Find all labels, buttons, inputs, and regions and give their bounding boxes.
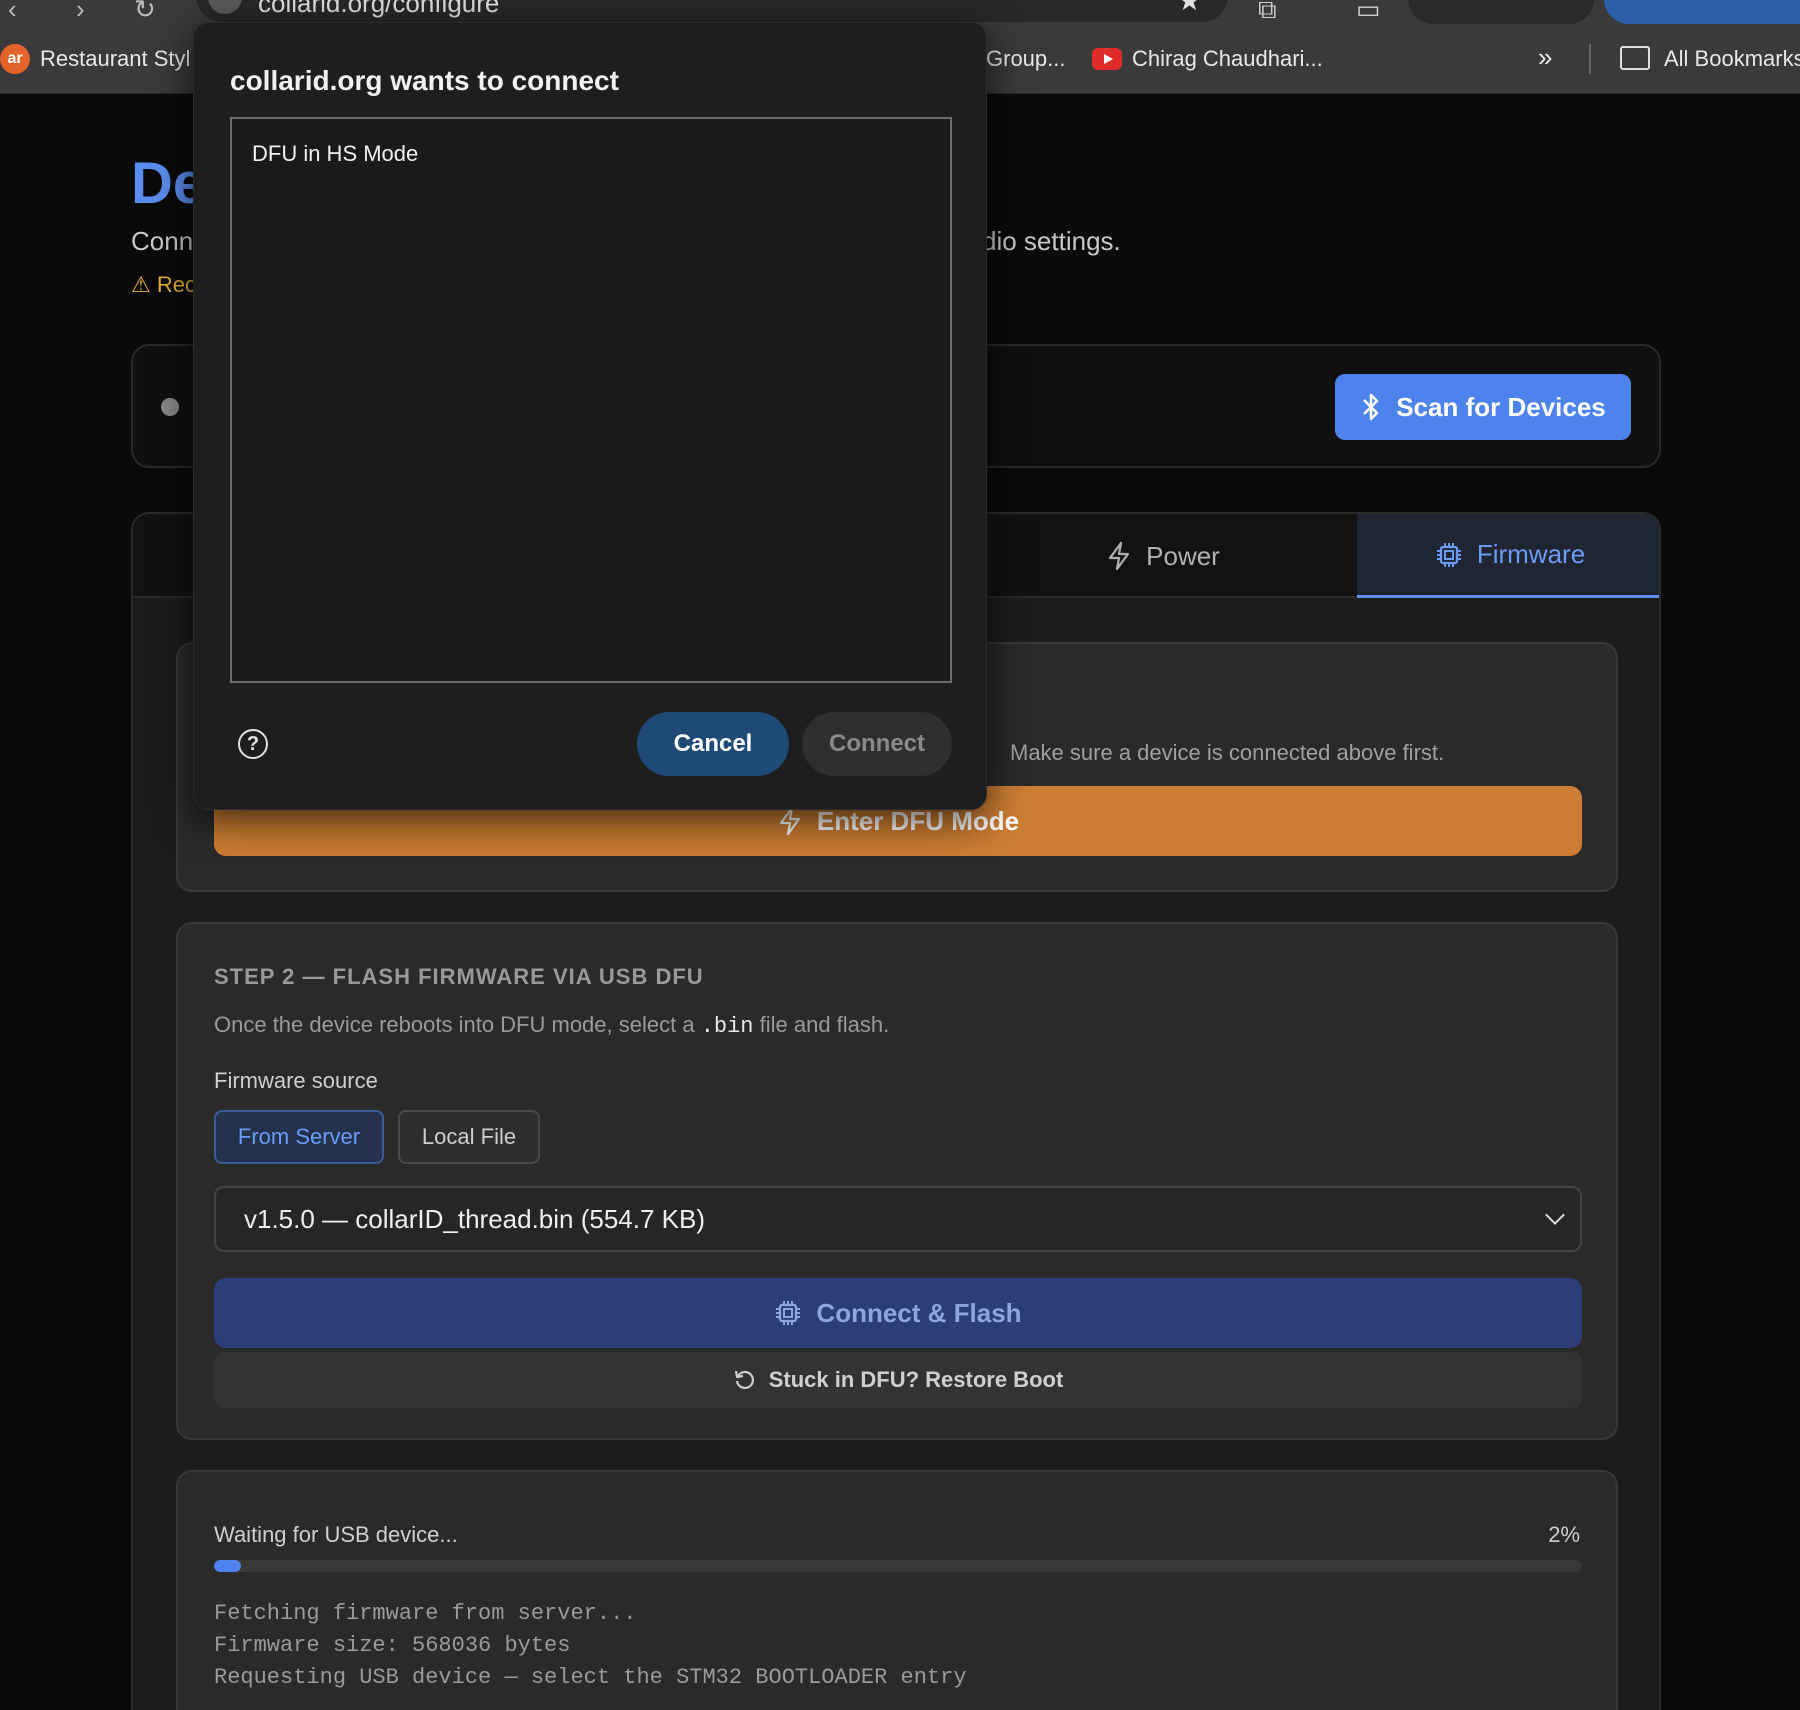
folder-icon [1620,46,1650,70]
device-list[interactable]: DFU in HS Mode [230,117,952,683]
step2-description: Once the device reboots into DFU mode, s… [214,1012,889,1039]
bookmark-restaurant[interactable]: Restaurant Styl [40,46,190,72]
local-file-button[interactable]: Local File [398,1110,540,1164]
chevron-down-icon [1545,1205,1565,1225]
chip-icon [776,1301,801,1325]
progress-status: Waiting for USB device... [214,1522,458,1547]
connect-flash-button[interactable]: Connect & Flash [214,1278,1582,1348]
progress-fill [214,1560,242,1572]
log-line: Requesting USB device — select the STM32… [214,1665,967,1690]
dialog-title: collarid.org wants to connect [230,65,619,96]
page-subtitle: Conn [131,226,194,256]
device-option[interactable]: DFU in HS Mode [252,141,418,167]
finish-update-button[interactable] [1604,0,1800,24]
bin-extension-code: .bin [700,1014,754,1039]
log-line: Fetching firmware from server... [214,1601,637,1626]
bolt-icon [779,806,800,836]
scan-devices-button[interactable]: Scan for Devices [1335,374,1631,440]
progress-percent: 2% [1548,1522,1580,1547]
firmware-version-select[interactable]: v1.5.0 — collarID_thread.bin (554.7 KB) [214,1186,1582,1252]
flash-log: Fetching firmware from server... Firmware… [214,1598,967,1694]
restore-icon [734,1370,754,1390]
all-bookmarks[interactable]: All Bookmarks [1664,46,1800,72]
step2-card: STEP 2 — FLASH FIRMWARE VIA USB DFU Once… [176,922,1618,1440]
restaurant-favicon-icon: ar [0,44,30,74]
usb-device-chooser-dialog: collarid.org wants to connect DFU in HS … [193,22,987,810]
step2-desc-end: file and flash. [753,1012,890,1037]
progress-card: Waiting for USB device... 2% Fetching fi… [176,1470,1618,1710]
enter-dfu-label: Enter DFU Mode [816,805,1020,836]
bookmark-star-icon[interactable]: ★ [1177,0,1202,17]
cancel-button[interactable]: Cancel [637,712,789,776]
requirement-warning: ⚠ Rec [131,272,196,297]
from-server-button[interactable]: From Server [214,1110,384,1164]
bookmark-group[interactable]: Group... [986,46,1065,72]
restore-boot-button[interactable]: Stuck in DFU? Restore Boot [214,1352,1582,1408]
youtube-icon [1092,48,1122,70]
restore-boot-label: Stuck in DFU? Restore Boot [768,1367,1064,1392]
site-info-icon[interactable] [208,0,242,14]
bolt-icon [1109,541,1130,571]
scan-devices-label: Scan for Devices [1396,391,1606,422]
help-icon[interactable]: ? [238,729,268,759]
tab-firmware-label: Firmware [1476,539,1586,569]
bookmark-chirag[interactable]: Chirag Chaudhari... [1132,46,1323,72]
incognito-indicator[interactable] [1408,0,1594,24]
tab-power[interactable]: Power [1013,514,1313,598]
log-line: Firmware size: 568036 bytes [214,1633,571,1658]
tab-firmware[interactable]: Firmware [1357,514,1659,598]
connection-status-dot [161,398,179,416]
connect-button[interactable]: Connect [802,712,952,776]
step1-hint: Make sure a device is connected above fi… [1010,740,1445,765]
bookmarks-divider [1589,44,1591,74]
connect-flash-label: Connect & Flash [816,1297,1022,1328]
reload-icon[interactable]: ↻ [134,0,156,25]
page-subtitle-end: dio settings. [982,226,1121,256]
back-icon[interactable]: ‹ [8,0,17,25]
search-tabs-icon[interactable]: ⧉ [1258,0,1277,26]
step2-desc-start: Once the device reboots into DFU mode, s… [214,1012,701,1037]
window-icon[interactable]: ▭ [1356,0,1381,25]
progress-bar [214,1560,1582,1572]
bluetooth-icon [1363,393,1379,421]
bookmarks-overflow-icon[interactable]: » [1538,42,1552,73]
firmware-source-label: Firmware source [214,1068,378,1093]
tab-power-label: Power [1146,540,1220,571]
chip-icon [1436,542,1461,567]
forward-icon[interactable]: › [76,0,85,25]
address-url: collarid.org/configure [258,0,500,18]
browser-toolbar: ‹ › ↻ collarid.org/configure ★ ⧉ ▭ [0,0,1800,24]
address-bar[interactable]: collarid.org/configure ★ [196,0,1228,22]
step2-heading: STEP 2 — FLASH FIRMWARE VIA USB DFU [214,964,704,989]
firmware-version-value: v1.5.0 — collarID_thread.bin (554.7 KB) [244,1203,706,1234]
